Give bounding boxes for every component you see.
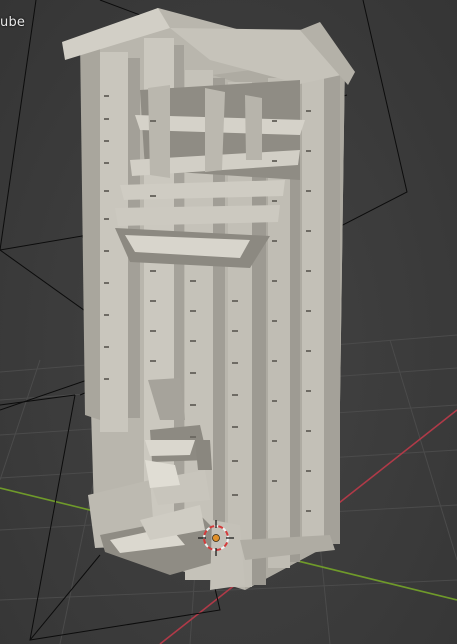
3d-viewport[interactable]: ube xyxy=(0,0,457,644)
tower-model[interactable] xyxy=(62,8,355,590)
active-object-name: ube xyxy=(0,15,26,30)
viewport-canvas[interactable] xyxy=(0,0,457,644)
